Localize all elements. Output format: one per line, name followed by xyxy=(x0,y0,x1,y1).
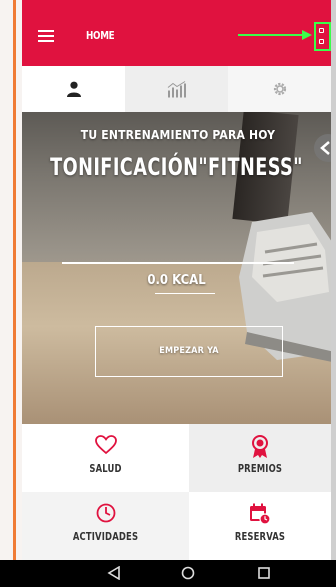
tile-label: PREMIOS xyxy=(237,462,283,475)
clock-icon xyxy=(96,503,115,523)
shortcut-grid: SALUD PREMIOS ACTIVIDADES RESERVAS xyxy=(22,424,331,560)
hamburger-menu-icon[interactable] xyxy=(38,30,54,42)
person-icon xyxy=(66,81,81,97)
page-title: HOME xyxy=(86,29,115,42)
home-icon[interactable] xyxy=(181,566,195,580)
tile-label: RESERVAS xyxy=(234,530,286,543)
left-edge-panel xyxy=(0,0,22,565)
calories-underline xyxy=(155,293,215,294)
training-subtitle: TU ENTRENAMIENTO PARA HOY xyxy=(80,128,276,142)
tile-label: ACTIVIDADES xyxy=(72,530,139,543)
gear-icon xyxy=(273,82,286,96)
back-icon[interactable] xyxy=(107,566,121,580)
training-banner: TU ENTRENAMIENTO PARA HOY TONIFICACIÓN"F… xyxy=(22,112,331,424)
app-screen: HOME TU ENTRENAMIENTO PARA HOY TONIFICAC… xyxy=(22,0,331,587)
carousel-next-button[interactable] xyxy=(314,134,331,162)
training-title: TONIFICACIÓN"FITNESS" xyxy=(50,153,303,181)
arrow-annotation-icon xyxy=(238,30,312,40)
tab-bar xyxy=(22,66,331,112)
chevron-left-icon xyxy=(320,141,330,155)
tile-reservas[interactable]: RESERVAS xyxy=(189,492,331,560)
calories-value: 0.0 KCAL xyxy=(147,273,206,288)
medal-icon xyxy=(252,435,268,458)
tile-label: SALUD xyxy=(89,462,122,475)
tile-premios[interactable]: PREMIOS xyxy=(189,424,331,492)
top-bar: HOME xyxy=(22,0,331,66)
tab-settings[interactable] xyxy=(228,66,331,112)
orange-edge-bar xyxy=(13,0,16,565)
tile-actividades[interactable]: ACTIVIDADES xyxy=(22,492,189,560)
calendar-icon xyxy=(250,503,271,525)
right-edge-panel xyxy=(331,0,336,560)
recents-icon[interactable] xyxy=(257,566,271,580)
start-now-button[interactable]: EMPEZAR YA xyxy=(95,326,283,377)
chart-icon xyxy=(167,81,186,98)
tile-salud[interactable]: SALUD xyxy=(22,424,189,492)
system-nav-bar xyxy=(0,560,336,587)
tab-stats[interactable] xyxy=(125,66,228,112)
divider-line xyxy=(62,262,294,264)
heart-icon xyxy=(94,435,117,455)
grid-view-icon[interactable] xyxy=(314,22,331,51)
tab-profile[interactable] xyxy=(22,66,125,112)
